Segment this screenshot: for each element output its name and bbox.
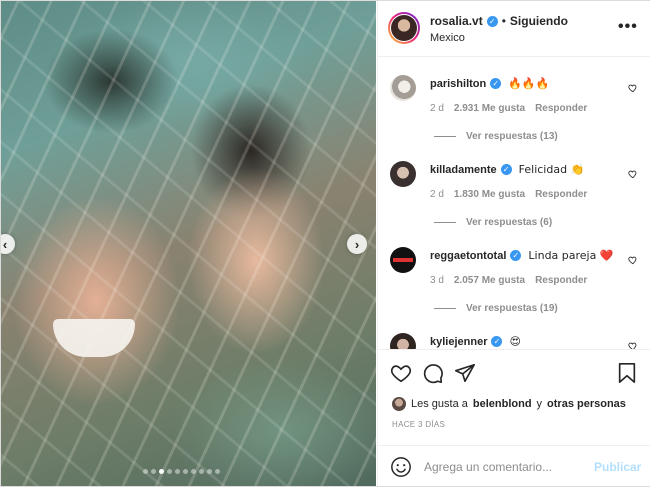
comment-avatar[interactable] <box>390 161 416 187</box>
verified-badge-icon: ✓ <box>490 78 502 89</box>
replies-line <box>434 136 456 137</box>
avatar-logo-mark <box>393 258 413 262</box>
carousel-dot <box>199 469 204 474</box>
comment-composer: Publicar <box>378 445 650 487</box>
carousel-dot <box>207 469 212 474</box>
verified-badge-icon: ✓ <box>510 250 522 261</box>
post-actions: Les gusta a belenblond y otras personas … <box>378 349 650 446</box>
comment-bubble-icon[interactable] <box>422 362 444 384</box>
comment-likes[interactable]: 2.931 Me gusta <box>454 103 525 114</box>
like-comment-heart-icon[interactable] <box>628 83 638 93</box>
author-line: rosalia.vt ✓ • Siguiendo <box>430 14 568 28</box>
comment-avatar[interactable] <box>390 333 416 349</box>
post-dialog: ‹ › rosalia.vt ✓ • Siguiendo Mexico ••• … <box>0 0 650 487</box>
carousel-next-button[interactable]: › <box>347 234 367 254</box>
author-username[interactable]: rosalia.vt <box>430 14 483 28</box>
likes-connector: y <box>536 398 543 410</box>
liker-avatar[interactable] <box>392 397 406 411</box>
comment-time[interactable]: 2 d <box>430 189 444 200</box>
view-replies-button[interactable]: Ver respuestas (6) <box>434 217 552 228</box>
carousel-dot <box>159 469 164 474</box>
reply-button[interactable]: Responder <box>535 103 587 114</box>
comment-time[interactable]: 2 d <box>430 103 444 114</box>
reply-button[interactable]: Responder <box>535 275 587 286</box>
verified-badge-icon: ✓ <box>491 336 503 347</box>
share-paper-plane-icon[interactable] <box>454 362 476 384</box>
publish-button[interactable]: Publicar <box>594 460 641 474</box>
like-comment-heart-icon[interactable] <box>628 341 638 349</box>
photo-light-pattern <box>1 1 376 486</box>
comment-username[interactable]: parishilton <box>430 78 486 90</box>
view-replies-button[interactable]: Ver respuestas (19) <box>434 303 558 314</box>
carousel-dot <box>175 469 180 474</box>
view-replies-button[interactable]: Ver respuestas (13) <box>434 131 558 142</box>
comment-time[interactable]: 3 d <box>430 275 444 286</box>
verified-badge-icon: ✓ <box>486 15 498 27</box>
post-photo[interactable]: ‹ › <box>1 1 376 486</box>
author-avatar[interactable] <box>388 12 420 44</box>
carousel-indicator <box>143 469 220 474</box>
reply-button[interactable]: Responder <box>535 189 587 200</box>
comment-text: 😍 <box>509 335 521 348</box>
following-button[interactable]: Siguiendo <box>510 14 568 28</box>
verified-badge-icon: ✓ <box>500 164 512 175</box>
carousel-dot <box>215 469 220 474</box>
likes-summary: Les gusta a belenblond y otras personas <box>392 397 626 411</box>
other-likers-link[interactable]: otras personas <box>547 398 626 410</box>
like-comment-heart-icon[interactable] <box>628 169 638 179</box>
comment-likes[interactable]: 2.057 Me gusta <box>454 275 525 286</box>
comment-likes[interactable]: 1.830 Me gusta <box>454 189 525 200</box>
emoji-picker-icon[interactable] <box>390 456 412 478</box>
comment-avatar[interactable] <box>390 247 416 273</box>
liker-username[interactable]: belenblond <box>473 398 532 410</box>
comment-username[interactable]: kyliejenner <box>430 336 487 348</box>
likes-prefix: Les gusta a <box>411 398 468 410</box>
like-comment-heart-icon[interactable] <box>628 255 638 265</box>
view-replies-label: Ver respuestas (6) <box>466 217 553 228</box>
replies-line <box>434 308 456 309</box>
post-location[interactable]: Mexico <box>430 32 465 44</box>
header-separator: • <box>501 14 506 28</box>
carousel-dot <box>167 469 172 474</box>
view-replies-label: Ver respuestas (13) <box>466 131 558 142</box>
carousel-dot <box>183 469 188 474</box>
comment-text: Linda pareja ❤️ <box>528 249 614 262</box>
comment-input[interactable] <box>422 456 586 478</box>
carousel-dot <box>191 469 196 474</box>
comment-username[interactable]: reggaetontotal <box>430 250 506 262</box>
post-sidebar: rosalia.vt ✓ • Siguiendo Mexico ••• pari… <box>377 1 650 486</box>
replies-line <box>434 222 456 223</box>
save-bookmark-icon[interactable] <box>616 362 638 384</box>
like-heart-icon[interactable] <box>390 362 412 384</box>
comment-text: 🔥🔥🔥 <box>508 77 550 90</box>
view-replies-label: Ver respuestas (19) <box>466 303 558 314</box>
carousel-dot <box>151 469 156 474</box>
comment-avatar[interactable] <box>390 75 416 101</box>
carousel-dot <box>143 469 148 474</box>
post-date[interactable]: HACE 3 DÍAS <box>392 420 445 429</box>
post-header: rosalia.vt ✓ • Siguiendo Mexico ••• <box>378 1 650 57</box>
more-options-icon[interactable]: ••• <box>618 18 638 36</box>
comment-username[interactable]: killadamente <box>430 164 497 176</box>
comment-text: Felicidad 👏 <box>518 163 585 176</box>
comments-list[interactable]: parishilton ✓ 🔥🔥🔥 2 d 2.931 Me gusta Res… <box>378 57 650 349</box>
